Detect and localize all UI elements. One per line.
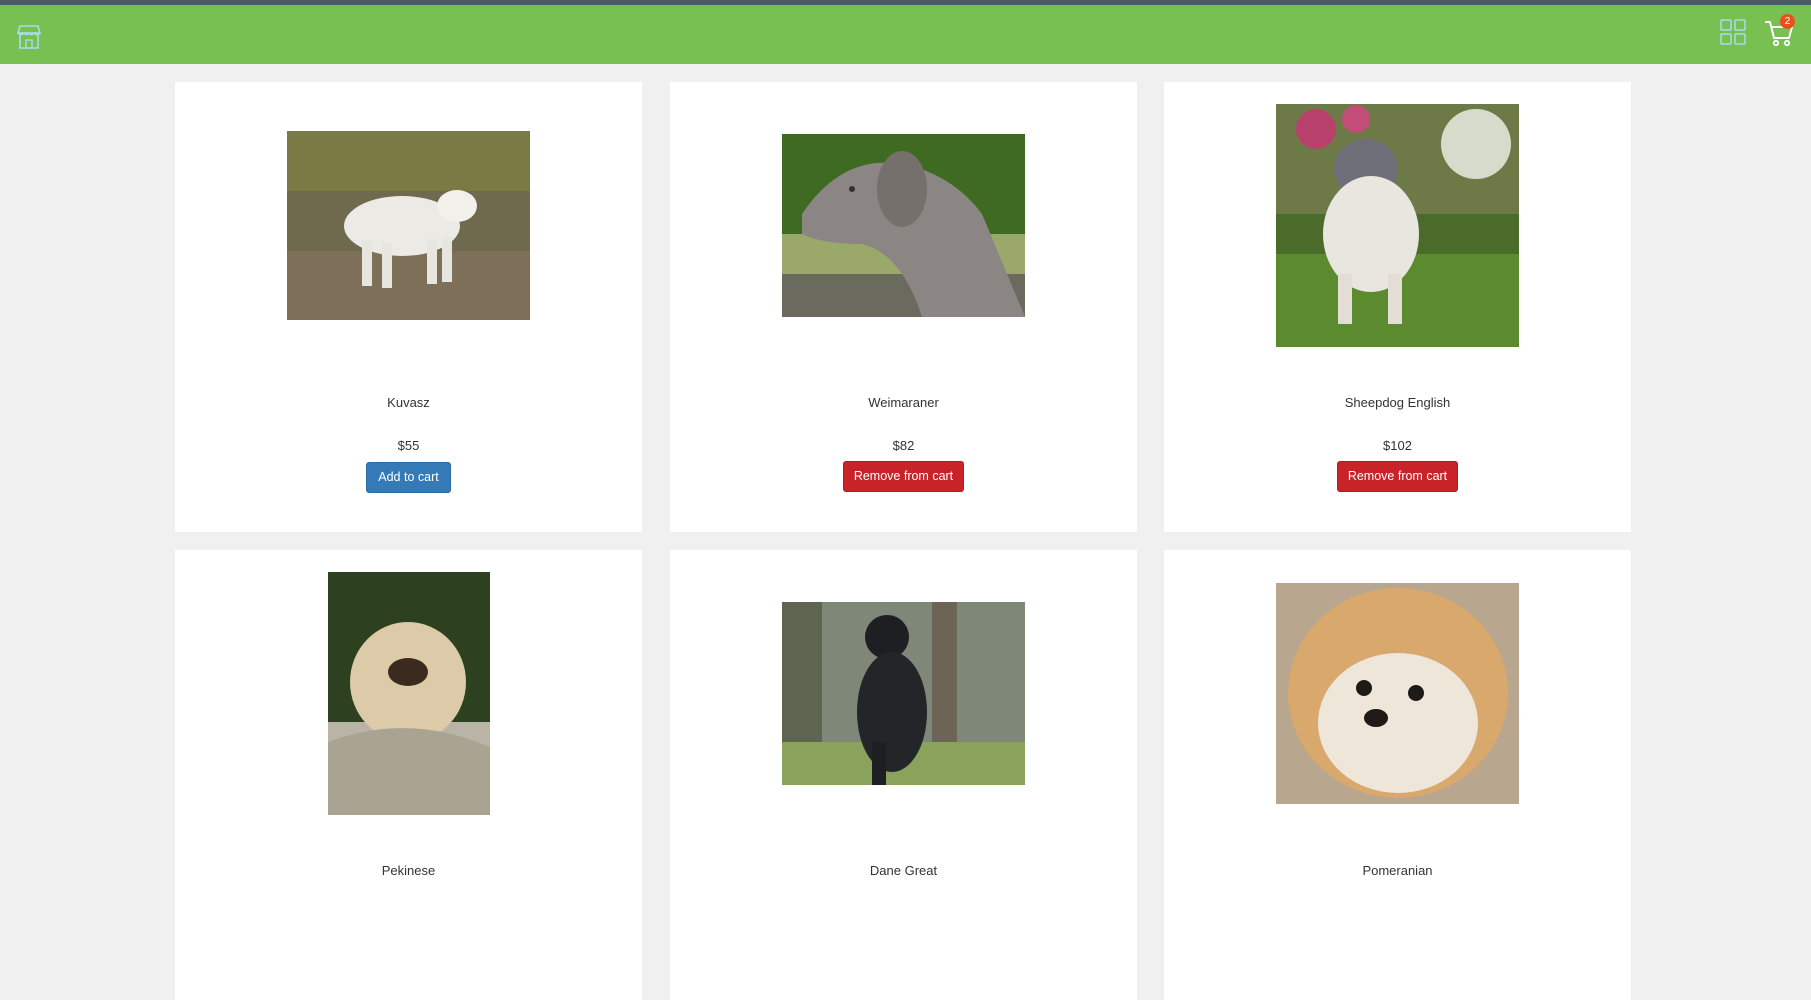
product-card: Sheepdog English $102 Remove from cart — [1164, 82, 1631, 532]
dane-great-photo — [782, 602, 1025, 785]
product-price: $55 — [397, 438, 420, 453]
pekinese-photo — [328, 572, 490, 815]
pomeranian-photo — [1276, 583, 1519, 804]
product-name: Kuvasz — [387, 395, 430, 410]
navbar — [0, 5, 1811, 64]
product-card: Weimaraner $82 Remove from cart — [670, 82, 1137, 532]
product-name: Pekinese — [381, 863, 436, 878]
grid-icon[interactable] — [1720, 19, 1747, 46]
remove-from-cart-button[interactable]: Remove from cart — [843, 461, 964, 492]
product-price: $82 — [892, 438, 915, 453]
weimaraner-photo — [782, 134, 1025, 317]
product-name: Pomeranian — [1362, 863, 1433, 878]
product-card: Dane Great — [670, 550, 1137, 1000]
product-card: Pomeranian — [1164, 550, 1631, 1000]
product-name: Dane Great — [869, 863, 938, 878]
cart-count-badge: 2 — [1780, 14, 1795, 29]
product-price: $102 — [1383, 438, 1412, 453]
product-card: Pekinese — [175, 550, 642, 1000]
sheepdog-english-photo — [1276, 104, 1519, 347]
store-icon[interactable] — [14, 22, 44, 52]
product-name: Weimaraner — [868, 395, 939, 410]
product-name: Sheepdog English — [1344, 395, 1451, 410]
remove-from-cart-button[interactable]: Remove from cart — [1337, 461, 1458, 492]
product-card: Kuvasz $55 Add to cart — [175, 82, 642, 532]
add-to-cart-button[interactable]: Add to cart — [366, 462, 451, 493]
kuvasz-photo — [287, 131, 530, 320]
